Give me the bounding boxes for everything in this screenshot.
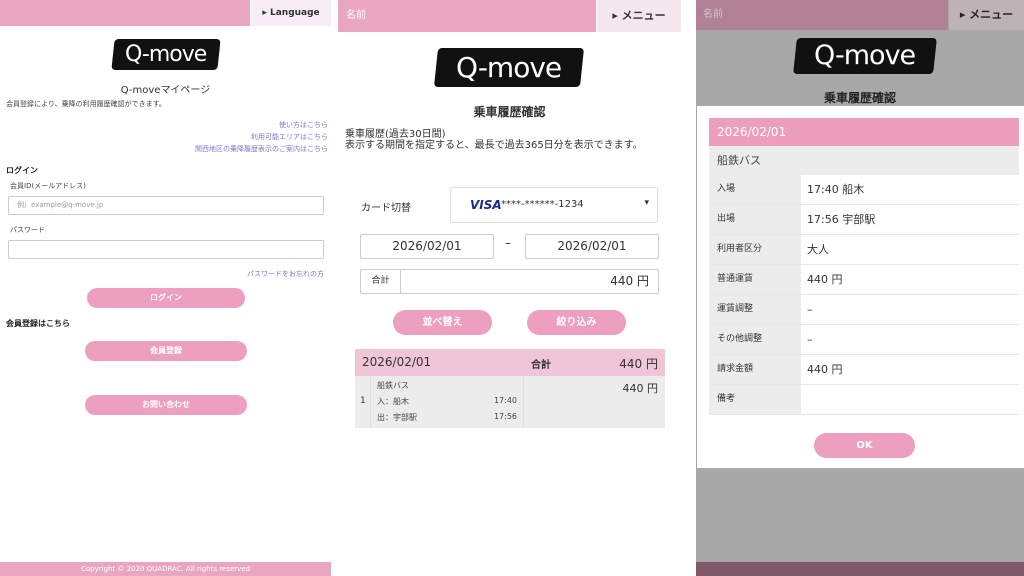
forgot-password-link[interactable]: パスワードをお忘れの方 xyxy=(247,269,324,279)
detail-value: – xyxy=(807,333,813,346)
filter-button[interactable]: 絞り込み xyxy=(527,310,626,335)
member-id-label: 会員ID(メールアドレス) xyxy=(10,182,86,190)
ok-button[interactable]: OK xyxy=(814,433,915,458)
how-to-use-link[interactable]: 使い方はこちら xyxy=(279,120,328,130)
item-amount: 440 円 xyxy=(622,382,659,395)
page-title: Q-moveマイページ xyxy=(120,85,211,96)
detail-key: 入場 xyxy=(709,175,801,204)
detail-value: 17:40 船木 xyxy=(807,183,865,196)
detail-row: 運賃調整 – xyxy=(709,295,1019,325)
total-field: 合計 440 円 xyxy=(360,269,659,294)
item-index: 1 xyxy=(360,396,366,406)
history-description: 表示する期間を指定すると、最長で過去365日分を表示できます。 xyxy=(345,140,643,151)
detail-row: 備考 xyxy=(709,385,1019,415)
register-heading: 会員登録はこちら xyxy=(6,319,70,328)
modal-line: 船鉄バス xyxy=(709,146,1019,175)
list-total-label: 合計 xyxy=(531,360,551,371)
card-switch-label: カード切替 xyxy=(361,203,411,214)
card-select[interactable]: VISA ****-******-1234 ▾ xyxy=(450,187,658,223)
item-detail: 船鉄バス 入：船木 17:40 出：宇部駅 17:56 xyxy=(370,376,524,428)
detail-screen: 名前 ▸ メニュー Q-move 乗車履歴確認 2026/02/01 船鉄バス … xyxy=(696,0,1024,576)
menu-button[interactable]: ▸ メニュー xyxy=(597,0,681,32)
item-entry-time: 17:40 xyxy=(493,396,517,405)
login-button[interactable]: ログイン xyxy=(87,288,245,308)
page-title: 乗車履歴確認 xyxy=(473,105,546,119)
detail-value: 大人 xyxy=(807,243,829,256)
language-button[interactable]: ▸ Language xyxy=(251,0,331,26)
detail-key: 運賃調整 xyxy=(709,295,801,324)
list-date: 2026/02/01 xyxy=(362,355,432,369)
item-exit: 出：宇部駅 xyxy=(377,413,417,422)
history-list-header: 2026/02/01 合計 440 円 xyxy=(355,349,665,376)
detail-value: 440 円 xyxy=(807,363,843,376)
detail-row: 普通運賃 440 円 xyxy=(709,265,1019,295)
page-description: 会員登録により、乗降の利用履歴確認ができます。 xyxy=(6,100,166,108)
history-subtitle: 乗車履歴(過去30日間) xyxy=(345,129,446,140)
detail-value: – xyxy=(807,303,813,316)
password-label: パスワード xyxy=(10,226,45,234)
contact-button[interactable]: お問い合わせ xyxy=(85,395,247,415)
detail-row: 請求金額 440 円 xyxy=(709,355,1019,385)
login-screen: ▸ Language Q-move Q-moveマイページ 会員登録により、乗降… xyxy=(0,0,331,576)
detail-row: 利用者区分 大人 xyxy=(709,235,1019,265)
detail-key: 請求金額 xyxy=(709,355,801,384)
total-value: 440 円 xyxy=(610,274,649,288)
footer-bar xyxy=(696,562,1024,576)
register-button[interactable]: 会員登録 xyxy=(85,341,247,361)
detail-key: 備考 xyxy=(709,385,801,414)
item-line: 船鉄バス xyxy=(377,381,409,390)
modal-date: 2026/02/01 xyxy=(709,118,1019,146)
detail-row: その他調整 – xyxy=(709,325,1019,355)
user-name-bar: 名前 xyxy=(696,0,948,30)
user-name-bar: 名前 xyxy=(338,0,596,32)
ride-detail-modal: 2026/02/01 船鉄バス 入場 17:40 船木 出場 17:56 宇部駅… xyxy=(697,106,1024,468)
q-move-logo: Q-move xyxy=(793,38,937,74)
detail-value: 440 円 xyxy=(807,273,843,286)
sort-button[interactable]: 並べ替え xyxy=(393,310,492,335)
history-screen: 名前 ▸ メニュー Q-move 乗車履歴確認 乗車履歴(過去30日間) 表示す… xyxy=(338,0,681,576)
q-move-logo: Q-move xyxy=(111,39,221,70)
detail-key: 出場 xyxy=(709,205,801,234)
detail-key: 利用者区分 xyxy=(709,235,801,264)
item-exit-time: 17:56 xyxy=(493,412,517,421)
visa-logo-icon: VISA xyxy=(470,198,502,212)
detail-row: 出場 17:56 宇部駅 xyxy=(709,205,1019,235)
copyright-footer: Copyright © 2020 QUADRAC. All rights res… xyxy=(0,562,331,576)
password-input[interactable] xyxy=(8,240,324,259)
date-separator: – xyxy=(505,236,511,250)
header-bar xyxy=(0,0,250,26)
list-total-value: 440 円 xyxy=(619,357,658,371)
page-title: 乗車履歴確認 xyxy=(823,91,896,105)
kansai-history-link[interactable]: 関西地区の乗降履歴表示のご案内はこちら xyxy=(195,144,328,154)
login-heading: ログイン xyxy=(6,166,38,175)
q-move-logo: Q-move xyxy=(433,48,585,87)
available-area-link[interactable]: 利用可能エリアはこちら xyxy=(251,132,328,142)
date-from-input[interactable]: 2026/02/01 xyxy=(360,234,494,259)
date-to-input[interactable]: 2026/02/01 xyxy=(525,234,659,259)
total-label: 合計 xyxy=(361,270,401,293)
detail-key: 普通運賃 xyxy=(709,265,801,294)
caret-down-icon: ▾ xyxy=(644,198,649,208)
detail-value: 17:56 宇部駅 xyxy=(807,213,876,226)
menu-button[interactable]: ▸ メニュー xyxy=(949,0,1024,30)
member-id-input[interactable]: 例）example@q-move.jp xyxy=(8,196,324,215)
card-number: ****-******-1234 xyxy=(501,199,584,210)
detail-key: その他調整 xyxy=(709,325,801,354)
list-item[interactable]: 1 船鉄バス 入：船木 17:40 出：宇部駅 17:56 440 円 xyxy=(355,376,665,428)
item-entry: 入：船木 xyxy=(377,397,409,406)
detail-row: 入場 17:40 船木 xyxy=(709,175,1019,205)
